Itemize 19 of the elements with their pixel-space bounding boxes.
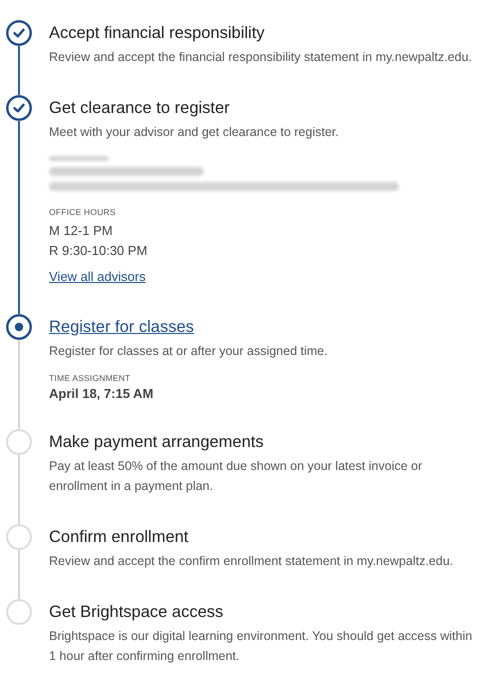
step-title: Get Brightspace access	[49, 602, 224, 623]
step-title-link[interactable]: Register for classes	[49, 318, 194, 336]
step-description: Brightspace is our digital learning environment. You should get access within 1 hour after confirming enrollment.	[49, 628, 474, 665]
step-description: Register for classes at or after your assigned time.	[49, 343, 329, 360]
time-assignment-value: April 18, 7:15 AM	[49, 386, 154, 401]
step-title: Confirm enrollment	[49, 527, 190, 548]
step-description: Review and accept the financial responsibility statement in my.newpaltz.edu.	[49, 49, 473, 66]
step-title: Accept financial responsibility	[49, 23, 266, 44]
office-hours-entry: R 9:30-10:30 PM	[49, 242, 148, 260]
step-description: Meet with your advisor and get clearance to register.	[49, 124, 340, 141]
step-description: Pay at least 50% of the amount due shown on your latest invoice or enrollment in a payment plan.	[49, 458, 424, 495]
step-title: Get clearance to register	[49, 98, 231, 119]
time-assignment-label: TIME ASSIGNMENT	[49, 373, 132, 383]
redacted-text	[49, 156, 109, 161]
step-description: Review and accept the confirm enrollment statement in my.newpaltz.edu.	[49, 553, 454, 570]
view-advisors-link[interactable]: View all advisors	[49, 269, 146, 284]
step-title: Make payment arrangements	[49, 432, 265, 453]
office-hours-label: OFFICE HOURS	[49, 207, 117, 217]
office-hours-entry: M 12-1 PM	[49, 222, 114, 240]
